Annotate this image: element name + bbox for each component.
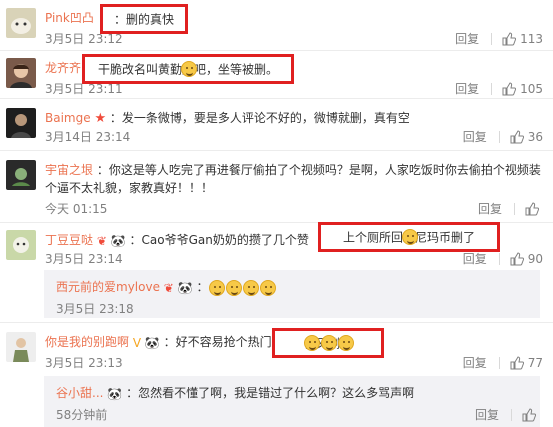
divider [498,253,500,265]
panda-icon: 🐼 [107,386,123,401]
reply-text: ：忽然看不懂了啊，我是错过了什么啊？这么多骂声啊 [126,386,415,400]
highlight-text: 上个厕所回来尼玛币删了 [321,229,497,245]
username-link[interactable]: 龙齐齐 [45,61,81,75]
verified-badge-icon: V [132,335,142,350]
reply-box: 谷小甜... 🐼 ：忽然看不懂了啊，我是错过了什么啊？这么多骂声啊 58分钟前 … [44,376,540,427]
emoji-icon [401,229,418,245]
reply-box: 西元前的爱mylove ❦ 🐼 ： 3月5日 23:18 [44,270,540,318]
vip-badge-icon: ❦ [163,280,174,295]
emoji-icon [209,279,226,296]
like-count: 113 [520,32,543,46]
timestamp: 3月5日 23:12 [45,32,123,46]
reply-button[interactable]: 回复 [463,130,487,144]
username-link[interactable]: 宇宙之垠 [45,163,93,177]
highlight-box: 干脆改名叫黄勤删吧，坐等被删。 [82,54,294,84]
thumbs-up-icon[interactable] [510,356,524,370]
like-count: 36 [527,130,543,144]
divider [491,33,493,45]
comment-text: ：删的真快 [113,12,174,27]
divider [511,408,512,421]
comment-item: 宇宙之垠 ：你这是等人吃完了再进餐厅偷拍了个视频吗？是啊，人家吃饭时你去偷拍个视… [0,150,553,220]
reply-button[interactable]: 回复 [455,82,479,96]
avatar[interactable] [6,230,36,260]
highlight-box: ：删的真快 [100,4,188,34]
comment-item: 你是我的别跑啊 V 🐼 ：好不容易抢个热门 你又删了 3月5日 23:13 回复… [0,322,553,374]
username-link[interactable]: Baimge [45,111,91,125]
comment-text: ：Cao爷爷Gan奶奶的攒了几个赞 [129,233,309,247]
vip-badge-icon: ❦ [96,233,107,248]
timestamp: 3月5日 23:18 [56,302,134,316]
emoji-icon [260,279,277,296]
comment-item: Baimge ★ ：发一条微博，要是多人评论不好的，微博就删，真有空 3月14日… [0,98,553,148]
avatar[interactable] [6,8,36,38]
divider [498,357,500,369]
timestamp: 3月5日 23:13 [45,356,123,370]
reply-button[interactable]: 回复 [478,202,502,216]
reply-button[interactable]: 回复 [463,252,487,266]
timestamp: 3月5日 23:11 [45,82,123,96]
divider [498,131,500,143]
timestamp: 今天 01:15 [45,202,108,216]
panda-icon: 🐼 [110,233,126,248]
like-count: 90 [527,252,543,266]
avatar[interactable] [6,332,36,362]
star-badge-icon: ★ [94,110,107,126]
username-link[interactable]: 谷小甜... [56,386,103,400]
reply-button[interactable]: 回复 [463,356,487,370]
comment-text: ：发一条微博，要是多人评论不好的，微博就删，真有空 [109,111,410,125]
thumbs-up-icon[interactable] [502,32,517,46]
emoji-icon [303,335,320,351]
comment-item: 丁豆豆哒 ❦ 🐼 ：Cao爷爷Gan奶奶的攒了几个赞 上个厕所回来尼玛币删了 3… [0,222,553,270]
comment-item: Pink凹凸 ：删的真快 3月5日 23:12 回复 113 [0,0,553,50]
comment-text: ：好不容易抢个热门 [163,335,272,349]
username-link[interactable]: 你是我的别跑啊 [45,335,129,349]
avatar[interactable] [6,58,36,88]
highlight-box: 你又删了 [272,328,384,358]
thumbs-up-icon[interactable] [525,202,539,216]
emoji-icon [243,279,260,296]
highlight-text: 你又删了 [275,335,381,351]
highlight-box: 上个厕所回来尼玛币删了 [318,222,500,252]
emoji-icon [180,61,197,77]
divider [514,203,515,215]
avatar[interactable] [6,108,36,138]
reply-button[interactable]: 回复 [455,32,479,46]
panda-icon: 🐼 [144,335,160,350]
reply-button[interactable]: 回复 [475,406,499,423]
timestamp: 3月14日 23:14 [45,130,131,144]
username-link[interactable]: 西元前的爱mylove [56,280,160,294]
thumbs-up-icon[interactable] [510,252,524,266]
thumbs-up-icon[interactable] [522,407,536,422]
thumbs-up-icon[interactable] [510,130,524,144]
reply-text: ： [196,280,209,294]
comment-text: 干脆改名叫黄勤删吧，坐等被删。 [85,61,291,77]
timestamp: 58分钟前 [56,408,108,422]
comment-text: ：你这是等人吃完了再进餐厅偷拍了个视频吗？是啊，人家吃饭时你去偷拍个视频装 [96,163,541,177]
username-link[interactable]: Pink凹凸 [45,11,94,25]
emoji-icon [337,335,354,351]
emoji-icon [226,279,243,296]
comment-item: 龙齐齐 干脆改名叫黄勤删吧，坐等被删。 3月5日 23:11 回复 105 [0,50,553,98]
comment-text-continued: 个逼不太礼貌，家教真好！！！ [45,181,214,195]
username-link[interactable]: 丁豆豆哒 [45,233,93,247]
timestamp: 3月5日 23:14 [45,252,123,266]
like-count: 105 [520,82,543,96]
divider [491,83,493,95]
emoji-icon [320,335,337,351]
like-count: 77 [527,356,543,370]
avatar[interactable] [6,160,36,190]
thumbs-up-icon[interactable] [502,82,517,96]
panda-icon: 🐼 [177,280,193,295]
